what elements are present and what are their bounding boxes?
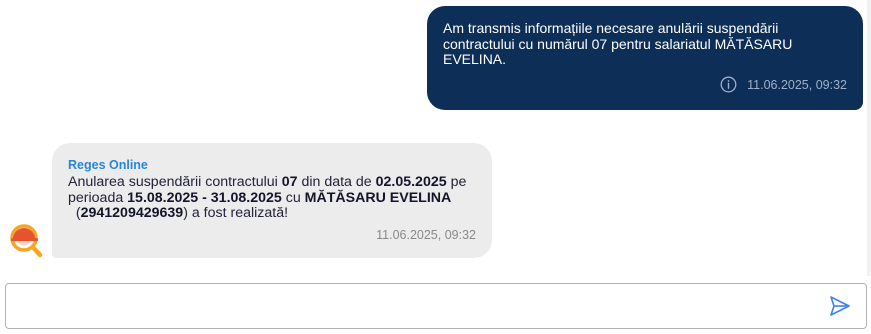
outgoing-message-timestamp: 11.06.2025, 09:32 xyxy=(747,77,847,92)
text-part: din data de xyxy=(297,174,376,190)
suspension-period: 15.08.2025 - 31.08.2025 xyxy=(127,189,282,206)
sender-name: Reges Online xyxy=(68,158,148,172)
text-part: cu xyxy=(281,189,305,206)
incoming-message: Reges Online Anularea suspendării contra… xyxy=(52,143,492,258)
employee-cnp: 2941209429639 xyxy=(80,205,184,221)
reges-logo-icon xyxy=(8,222,44,258)
chat-window: Am transmis informațiile necesare anulăr… xyxy=(0,0,871,334)
text-part: Anularea suspendării contractului xyxy=(68,174,282,190)
message-composer xyxy=(5,283,867,330)
message-input[interactable] xyxy=(16,284,820,330)
contract-number: 07 xyxy=(281,174,298,190)
employee-name: MĂTĂSARU EVELINA xyxy=(304,189,452,206)
contract-date: 02.05.2025 xyxy=(375,174,447,190)
text-part: ( xyxy=(68,205,81,221)
outgoing-message-meta: 11.06.2025, 09:32 xyxy=(720,76,847,93)
outgoing-message-text: Am transmis informațiile necesare anulăr… xyxy=(443,20,793,67)
incoming-message-timestamp: 11.06.2025, 09:32 xyxy=(376,228,476,242)
send-icon[interactable] xyxy=(828,295,852,317)
scrollbar-track[interactable] xyxy=(867,0,871,276)
outgoing-message: Am transmis informațiile necesare anulăr… xyxy=(427,6,863,110)
text-part: ) a fost realizată! xyxy=(183,205,289,221)
info-icon[interactable] xyxy=(720,76,737,93)
incoming-message-text: Anularea suspendării contractului 07 din… xyxy=(68,174,476,222)
